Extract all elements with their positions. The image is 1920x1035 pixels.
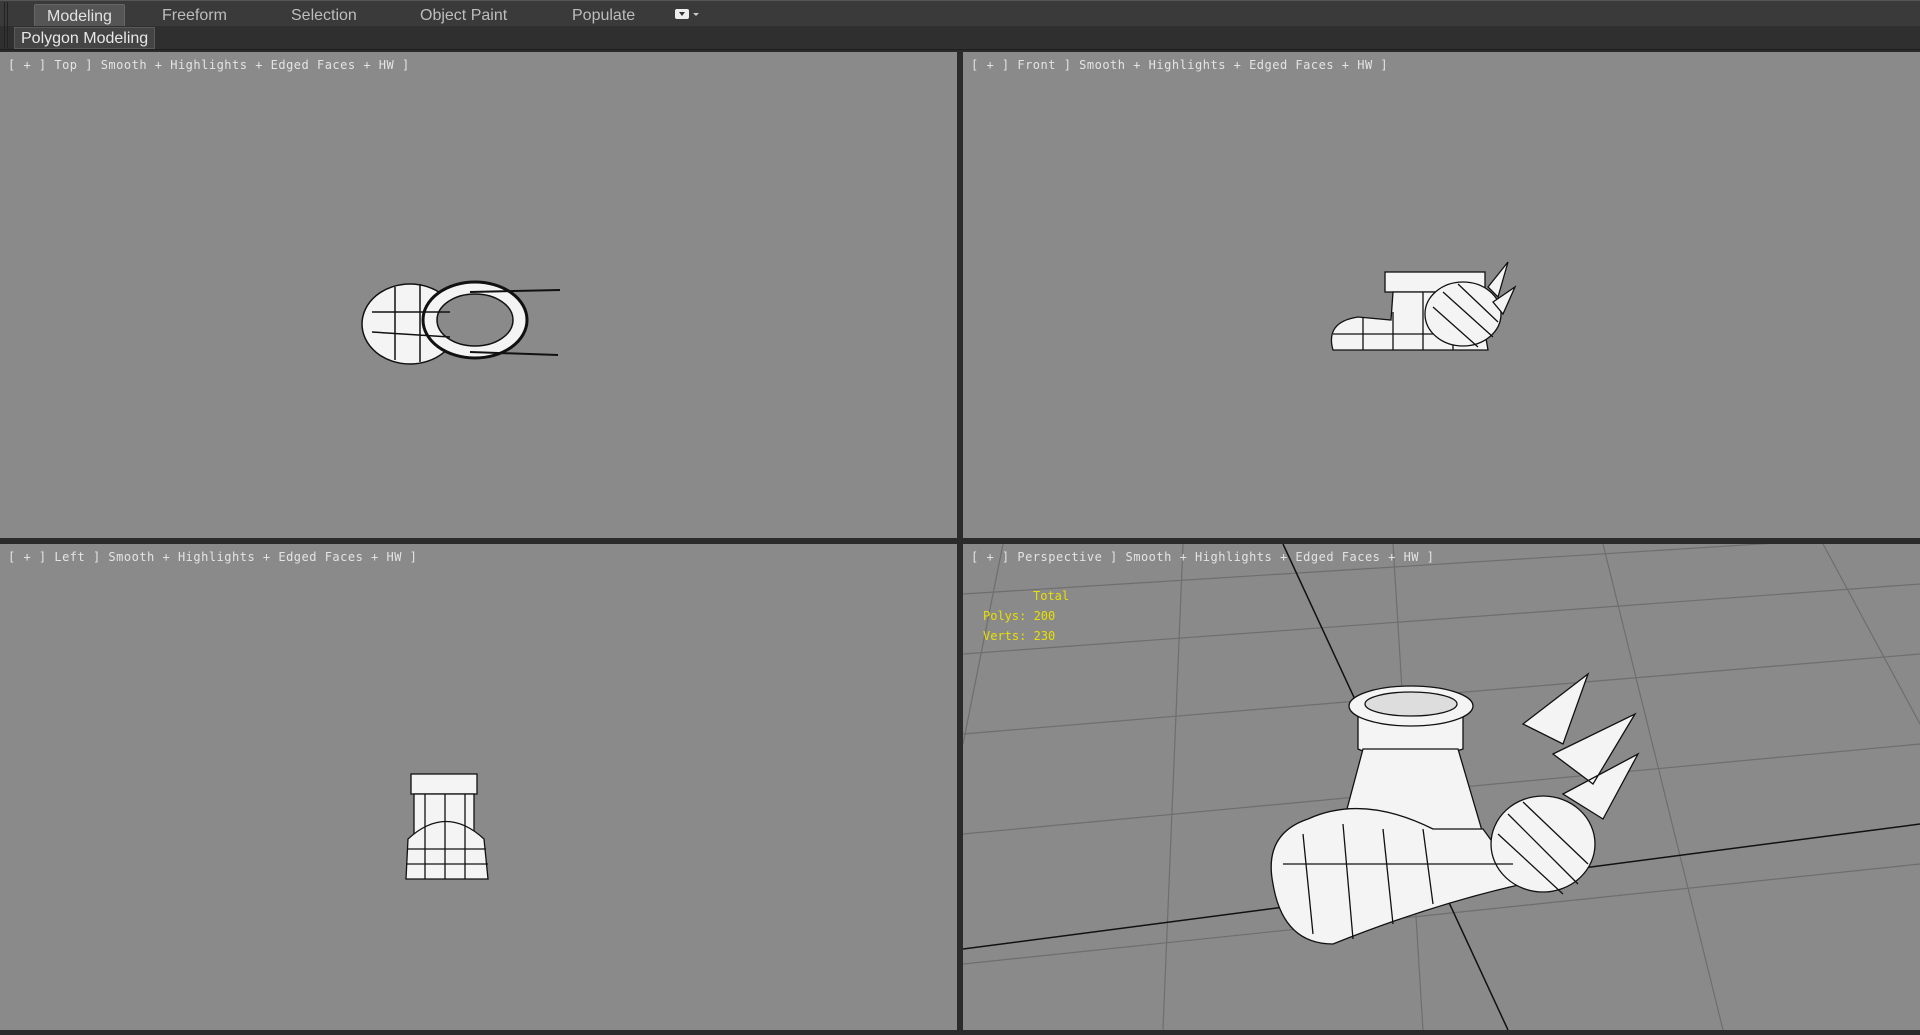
stats-title: Total — [1033, 589, 1070, 603]
stats-verts: Verts: 230 — [983, 629, 1056, 643]
ribbon-grip[interactable] — [4, 2, 8, 48]
ribbon-tab-bar: Modeling Freeform Selection Object Paint… — [0, 0, 1920, 27]
tab-modeling[interactable]: Modeling — [34, 4, 125, 27]
tab-populate[interactable]: Populate — [560, 4, 647, 27]
viewport-label-perspective[interactable]: [ + ] Perspective ] Smooth + Highlights … — [971, 550, 1434, 564]
polygon-modeling-panel[interactable]: Polygon Modeling — [14, 27, 156, 49]
ribbon: Polygon Modeling — [0, 26, 1920, 50]
tab-freeform[interactable]: Freeform — [150, 4, 239, 27]
tab-object-paint[interactable]: Object Paint — [408, 4, 519, 27]
boot-model-front-view — [1330, 261, 1517, 351]
boot-model-top-view — [361, 280, 561, 365]
viewport-top[interactable]: [ + ] Top ] Smooth + Highlights + Edged … — [0, 52, 957, 538]
viewport-front[interactable]: [ + ] Front ] Smooth + Highlights + Edge… — [963, 52, 1920, 538]
perspective-grid-and-boot — [963, 544, 1920, 1030]
viewport-perspective[interactable]: [ + ] Perspective ] Smooth + Highlights … — [963, 544, 1920, 1030]
dropdown-menu-icon[interactable] — [675, 8, 701, 22]
scene-statistics: Total Polys: 200 Verts: 230 — [983, 586, 1069, 646]
viewport-left[interactable]: [ + ] Left ] Smooth + Highlights + Edged… — [0, 544, 957, 1030]
boot-model-left-view — [405, 773, 489, 880]
tab-selection[interactable]: Selection — [279, 4, 369, 27]
stats-polys: Polys: 200 — [983, 609, 1056, 623]
